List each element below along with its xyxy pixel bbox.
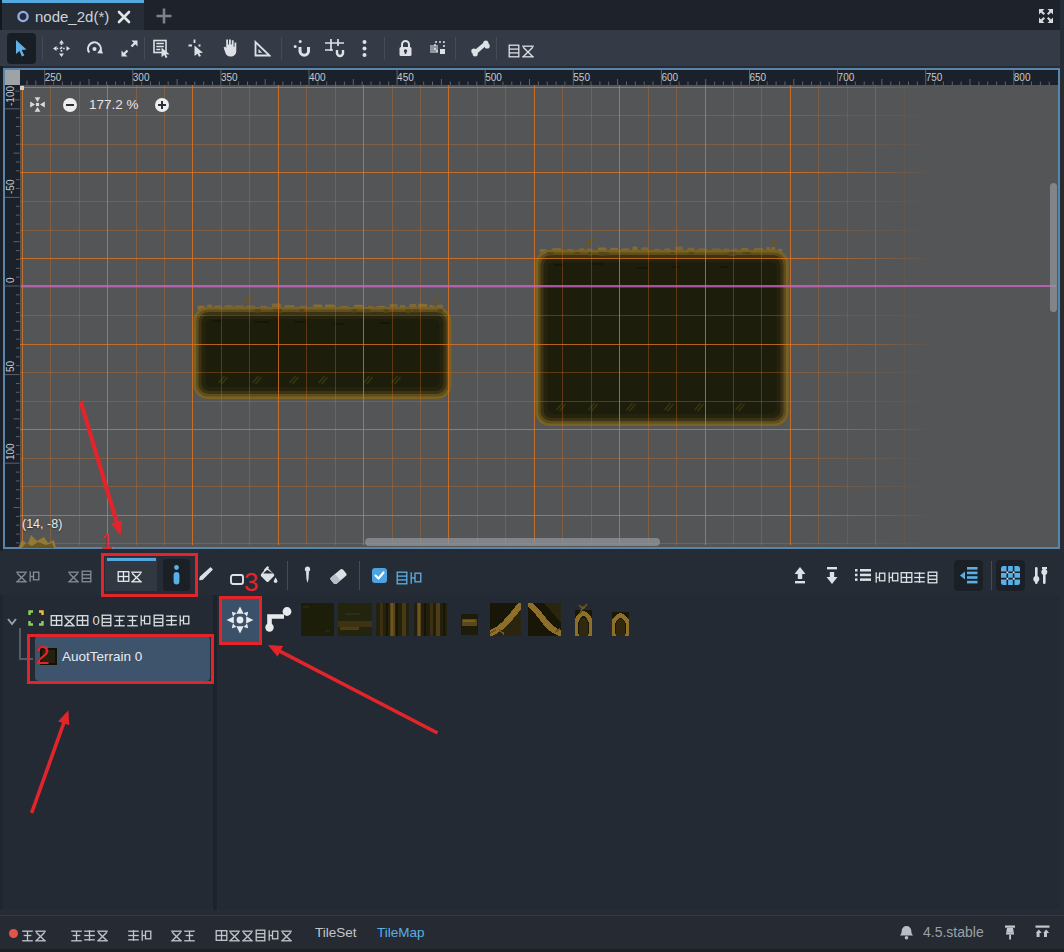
svg-text:650: 650 — [750, 72, 767, 83]
svg-text:400: 400 — [309, 72, 326, 83]
svg-text:450: 450 — [397, 72, 414, 83]
svg-text:700: 700 — [838, 72, 855, 83]
svg-text:600: 600 — [661, 72, 678, 83]
svg-text:350: 350 — [221, 72, 238, 83]
svg-text:500: 500 — [485, 72, 502, 83]
svg-text:250: 250 — [45, 72, 62, 83]
svg-text:800: 800 — [1014, 72, 1031, 83]
svg-text:550: 550 — [573, 72, 590, 83]
svg-text:750: 750 — [926, 72, 943, 83]
svg-text:300: 300 — [133, 72, 150, 83]
